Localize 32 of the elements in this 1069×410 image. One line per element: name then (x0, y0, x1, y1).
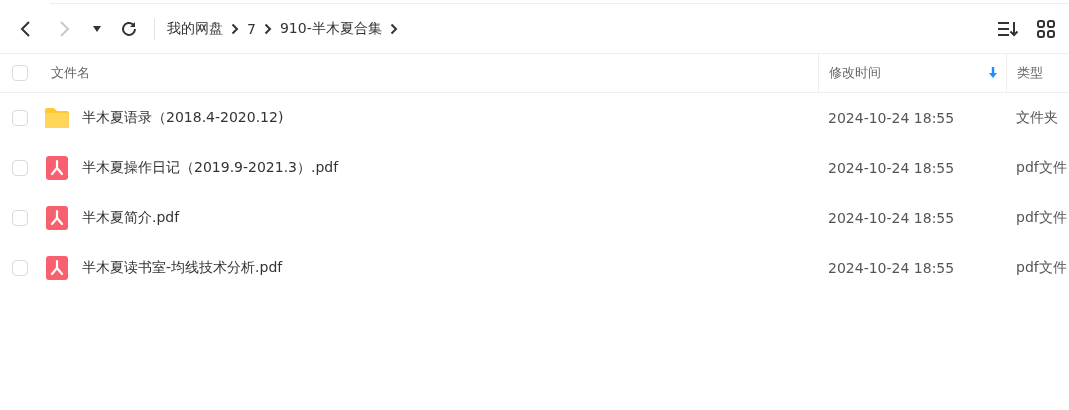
file-type: pdf文件 (1015, 159, 1068, 177)
row-checkbox[interactable] (12, 260, 28, 276)
breadcrumb-item[interactable]: 910-半木夏合集 (279, 19, 382, 38)
pdf-icon (46, 256, 68, 280)
breadcrumb-item[interactable]: 我的网盘 (167, 19, 223, 38)
modified-time: 2024-10-24 18:55 (827, 210, 956, 226)
folder-icon (44, 107, 70, 129)
file-name[interactable]: 半木夏语录（2018.4-2020.12) (82, 109, 284, 127)
file-name[interactable]: 半木夏操作日记（2019.9-2021.3）.pdf (82, 159, 339, 177)
chevron-icon (231, 22, 239, 35)
column-header[interactable]: 文件名 (51, 64, 818, 82)
column-header[interactable]: 类型 (1017, 64, 1069, 82)
file-name[interactable]: 半木夏读书室-均线技术分析.pdf (82, 259, 283, 277)
modified-time: 2024-10-24 18:55 (827, 160, 956, 176)
modified-time: 2024-10-24 18:55 (827, 110, 956, 126)
file-type: pdf文件 (1015, 259, 1068, 277)
chevron-icon (389, 22, 398, 35)
row-checkbox[interactable] (12, 110, 28, 126)
row-checkbox[interactable] (12, 160, 28, 176)
column-header[interactable]: 修改时间 (829, 64, 988, 82)
file-type: 文件夹 (1015, 109, 1059, 127)
grid-view-button[interactable] (1035, 17, 1057, 40)
modified-time: 2024-10-24 18:55 (827, 260, 956, 276)
file-name[interactable]: 半木夏简介.pdf (82, 209, 180, 227)
chevron-icon (263, 22, 272, 35)
select-all-checkbox[interactable] (12, 65, 28, 81)
caret-icon (92, 24, 102, 33)
pdf-icon (46, 156, 68, 180)
row-checkbox[interactable] (12, 210, 28, 226)
pdf-icon (46, 206, 68, 230)
file-type: pdf文件 (1015, 209, 1068, 227)
breadcrumb-item[interactable]: 7 (247, 20, 256, 37)
